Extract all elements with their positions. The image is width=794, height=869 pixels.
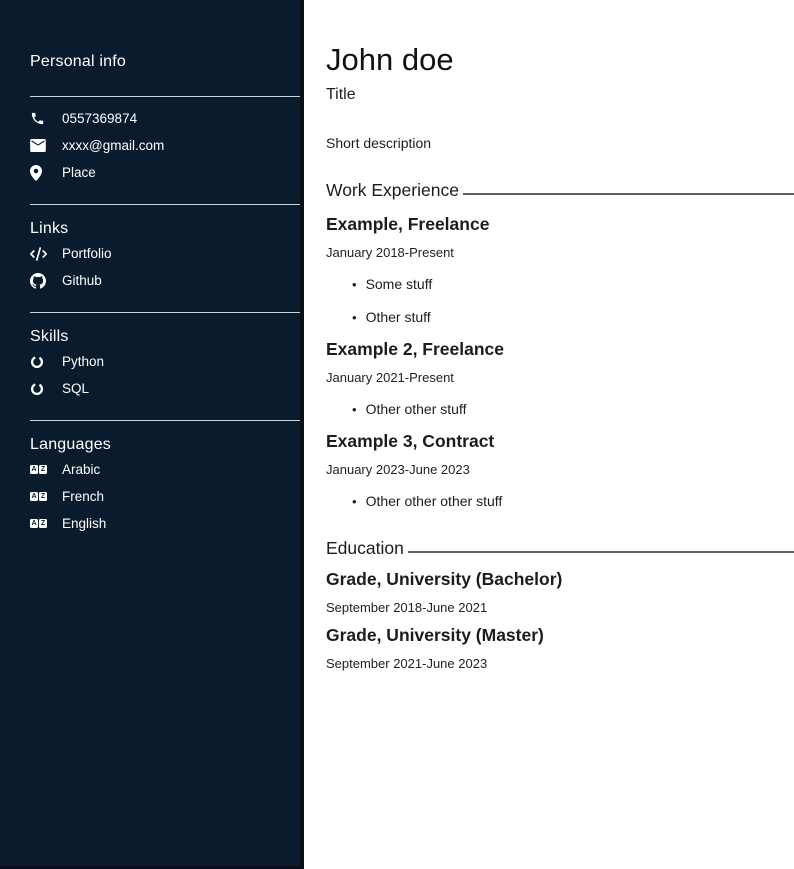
bullet-item: Some stuff xyxy=(352,276,794,293)
resume-title: Title xyxy=(326,85,794,104)
education-entry: Grade, University (Master) September 202… xyxy=(326,625,794,671)
contact-phone-value: 0557369874 xyxy=(62,111,137,126)
languages-heading: Languages xyxy=(0,435,300,454)
skills-heading: Skills xyxy=(0,327,300,346)
links-heading: Links xyxy=(0,219,300,238)
personal-info-heading: Personal info xyxy=(0,52,300,71)
sidebar: Personal info 0557369874 xxxx@gmail.com … xyxy=(0,0,304,869)
sidebar-divider xyxy=(30,312,300,313)
entry-title: Example 2, Freelance xyxy=(326,339,794,359)
location-pin-icon xyxy=(30,165,47,181)
skill-sql-label: SQL xyxy=(62,381,89,396)
language-french-label: French xyxy=(62,489,104,504)
work-entry: Example 3, Contract January 2023-June 20… xyxy=(326,431,794,510)
entry-dates: January 2023-June 2023 xyxy=(326,462,794,477)
contact-list: 0557369874 xxxx@gmail.com Place xyxy=(0,105,300,186)
contact-item-email: xxxx@gmail.com xyxy=(0,132,300,159)
education-entry: Grade, University (Bachelor) September 2… xyxy=(326,569,794,615)
resume-main: John doe Title Short description Work Ex… xyxy=(304,0,794,869)
education-section-head: Education xyxy=(326,538,794,559)
github-icon xyxy=(30,273,47,289)
circle-icon xyxy=(30,355,47,369)
entry-title: Example 3, Contract xyxy=(326,431,794,451)
bullet-item: Other other stuff xyxy=(352,401,794,418)
entry-dates: January 2018-Present xyxy=(326,245,794,260)
sidebar-divider xyxy=(30,204,300,205)
skill-item-python: Python xyxy=(0,348,300,375)
link-item-portfolio[interactable]: Portfolio xyxy=(0,240,300,267)
phone-icon xyxy=(30,111,47,126)
entry-title: Example, Freelance xyxy=(326,214,794,234)
contact-item-place: Place xyxy=(0,159,300,186)
languages-list: Arabic French English xyxy=(0,456,300,537)
bullet-list: Other other other stuff xyxy=(326,493,794,510)
work-experience-section-head: Work Experience xyxy=(326,180,794,201)
entry-title: Grade, University (Bachelor) xyxy=(326,569,794,589)
bullet-item: Other other other stuff xyxy=(352,493,794,510)
education-heading: Education xyxy=(326,538,404,559)
work-experience-heading: Work Experience xyxy=(326,180,459,201)
link-github-label: Github xyxy=(62,273,102,288)
link-portfolio-label: Portfolio xyxy=(62,246,112,261)
contact-item-phone: 0557369874 xyxy=(0,105,300,132)
bullet-item: Other stuff xyxy=(352,309,794,326)
code-icon xyxy=(30,247,47,261)
language-arabic-label: Arabic xyxy=(62,462,100,477)
entry-dates: January 2021-Present xyxy=(326,370,794,385)
envelope-icon xyxy=(30,139,47,152)
section-rule xyxy=(463,193,794,195)
skills-list: Python SQL xyxy=(0,348,300,402)
language-item-arabic: Arabic xyxy=(0,456,300,483)
contact-email-value: xxxx@gmail.com xyxy=(62,138,164,153)
resume-name: John doe xyxy=(326,42,794,78)
entry-title: Grade, University (Master) xyxy=(326,625,794,645)
skill-python-label: Python xyxy=(62,354,104,369)
language-item-english: English xyxy=(0,510,300,537)
entry-dates: September 2021-June 2023 xyxy=(326,656,794,671)
entry-dates: September 2018-June 2021 xyxy=(326,600,794,615)
work-entry: Example, Freelance January 2018-Present … xyxy=(326,214,794,326)
sidebar-divider xyxy=(30,96,300,97)
resume-description: Short description xyxy=(326,135,794,152)
circle-icon xyxy=(30,382,47,396)
language-icon xyxy=(30,492,47,501)
skill-item-sql: SQL xyxy=(0,375,300,402)
section-rule xyxy=(408,551,794,553)
link-item-github[interactable]: Github xyxy=(0,267,300,294)
links-list: Portfolio Github xyxy=(0,240,300,294)
bullet-list: Other other stuff xyxy=(326,401,794,418)
language-item-french: French xyxy=(0,483,300,510)
bullet-list: Some stuff Other stuff xyxy=(326,276,794,326)
language-icon xyxy=(30,465,47,474)
sidebar-divider xyxy=(30,420,300,421)
work-entry: Example 2, Freelance January 2021-Presen… xyxy=(326,339,794,418)
contact-place-value: Place xyxy=(62,165,96,180)
language-icon xyxy=(30,519,47,528)
language-english-label: English xyxy=(62,516,106,531)
